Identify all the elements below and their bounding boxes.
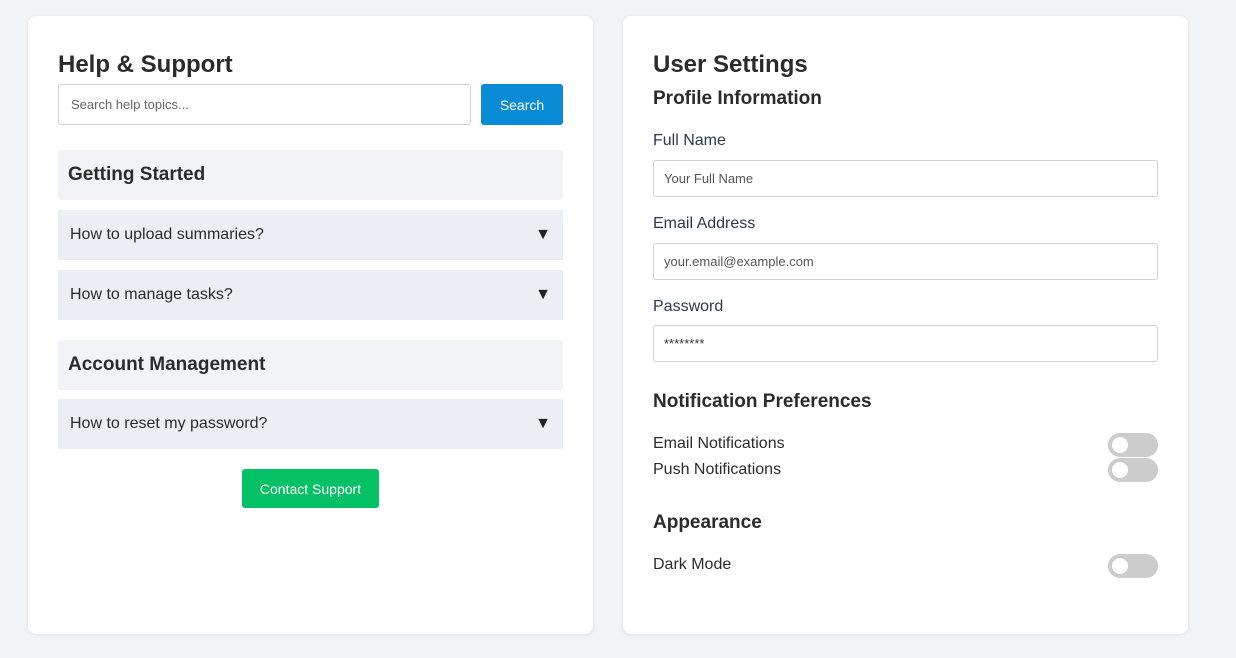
dark-mode-label: Dark Mode [653,556,732,573]
faq-question: How to manage tasks? [70,286,233,303]
password-label: Password [653,298,724,315]
email-notifications-toggle[interactable] [1108,433,1158,457]
help-title: Help & Support [58,51,233,78]
faq-question: How to reset my password? [70,415,268,432]
contact-support-button[interactable]: Contact Support [242,469,379,508]
help-support-panel: Help & Support Search Getting Started Ho… [28,16,593,634]
faq-item-upload-summaries[interactable]: How to upload summaries? ▼ [58,210,563,260]
faq-question: How to upload summaries? [70,226,264,243]
faq-item-reset-password[interactable]: How to reset my password? ▼ [58,399,563,449]
chevron-down-icon[interactable]: ▼ [535,415,551,433]
help-search-input[interactable] [58,84,471,125]
push-notifications-toggle[interactable] [1108,458,1158,482]
notification-preferences-heading: Notification Preferences [653,391,872,412]
user-settings-panel: User Settings Profile Information Full N… [623,16,1188,634]
full-name-label: Full Name [653,132,726,149]
profile-heading: Profile Information [653,88,822,109]
faq-item-manage-tasks[interactable]: How to manage tasks? ▼ [58,270,563,320]
toggle-knob [1112,437,1128,453]
email-label: Email Address [653,215,756,232]
dark-mode-toggle[interactable] [1108,554,1158,578]
email-field[interactable] [653,243,1158,280]
chevron-down-icon[interactable]: ▼ [535,286,551,304]
toggle-knob [1112,462,1128,478]
chevron-down-icon[interactable]: ▼ [535,226,551,244]
help-search-row: Search [58,84,563,125]
settings-title: User Settings [653,51,808,78]
section-getting-started: Getting Started [58,150,563,200]
full-name-field[interactable] [653,160,1158,197]
search-button[interactable]: Search [481,84,563,125]
push-notifications-label: Push Notifications [653,461,782,478]
password-field[interactable] [653,325,1158,362]
toggle-knob [1112,558,1128,574]
appearance-heading: Appearance [653,512,762,533]
email-notifications-label: Email Notifications [653,435,785,452]
section-account-management: Account Management [58,340,563,390]
